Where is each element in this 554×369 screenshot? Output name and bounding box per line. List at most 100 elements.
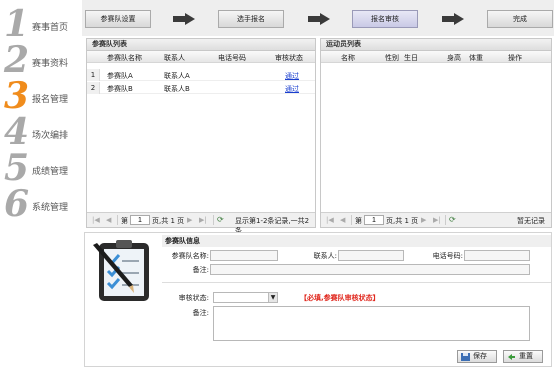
table-row[interactable]: 1 参赛队A 联系人A 通过 [87, 69, 315, 81]
team-name-cell: 参赛队B [107, 85, 133, 93]
next-page-icon[interactable]: ▶ [187, 216, 192, 224]
last-page-icon[interactable]: ▶| [433, 216, 441, 224]
nav-item-schedule[interactable]: 4 场次编排 [4, 112, 82, 152]
pager-divider [351, 215, 352, 225]
nav-label: 系统管理 [32, 203, 69, 213]
last-page-icon[interactable]: ▶| [199, 216, 207, 224]
left-navigation: 1 赛事首页 2 赛事资料 3 报名管理 4 场次编排 5 成绩管理 6 系统管… [0, 0, 82, 369]
col-gender[interactable]: 性别 [385, 53, 399, 63]
arrow-right-icon [442, 13, 464, 25]
col-review-status[interactable]: 审核状态 [275, 53, 303, 63]
team-name-field[interactable] [210, 250, 278, 261]
table-row[interactable]: 2 参赛队B 联系人B 通过 [87, 82, 315, 94]
reset-button[interactable]: 重置 [503, 350, 543, 363]
nav-number: 5 [4, 147, 30, 189]
step-player-registration[interactable]: 选手报名 [218, 10, 284, 28]
nav-label: 赛事首页 [32, 23, 69, 33]
save-button[interactable]: 保存 [457, 350, 497, 363]
page-prefix: 第 [355, 217, 362, 225]
clipboard-checklist-icon [93, 240, 149, 301]
arrow-right-icon [173, 13, 195, 25]
col-birthday[interactable]: 生日 [404, 53, 418, 63]
page-suffix: 页,共 1 页 [152, 217, 185, 225]
nav-item-results[interactable]: 5 成绩管理 [4, 148, 82, 188]
pager-divider [445, 215, 446, 225]
nav-number: 2 [4, 39, 30, 81]
workflow-steps: 参赛队设置 选手报名 报名审核 完成 [82, 0, 554, 36]
reset-label: 重置 [519, 352, 533, 360]
page-prefix: 第 [121, 217, 128, 225]
first-page-icon[interactable]: |◀ [326, 216, 334, 224]
reset-icon [508, 354, 515, 360]
col-phone[interactable]: 电话号码 [218, 53, 246, 63]
page-number-input[interactable] [364, 215, 384, 225]
phone-field[interactable] [464, 250, 530, 261]
review-note-label: 备注: [192, 309, 209, 317]
col-weight[interactable]: 体重 [469, 53, 483, 63]
refresh-icon[interactable]: ⟳ [449, 215, 456, 224]
arrow-right-icon [308, 13, 330, 25]
chevron-down-icon[interactable]: ▼ [268, 293, 277, 302]
athlete-grid-header: 名称 性别 生日 身高 体重 操作 [321, 51, 551, 63]
step-registration-review[interactable]: 报名审核 [352, 10, 418, 28]
col-height[interactable]: 身高 [447, 53, 461, 63]
page-suffix: 页,共 1 页 [386, 217, 419, 225]
required-warning: 【必填,参赛队审核状态】 [300, 294, 380, 302]
pager-divider [213, 215, 214, 225]
review-status-select[interactable]: ▼ [213, 292, 278, 303]
prev-page-icon[interactable]: ◀ [340, 216, 345, 224]
col-team-name[interactable]: 参赛队名称 [107, 53, 142, 63]
prev-page-icon[interactable]: ◀ [106, 216, 111, 224]
next-page-icon[interactable]: ▶ [421, 216, 426, 224]
col-contact[interactable]: 联系人 [164, 53, 185, 63]
page-number-input[interactable] [130, 215, 150, 225]
nav-label: 赛事资料 [32, 59, 69, 69]
nav-number: 4 [4, 111, 30, 153]
status-link[interactable]: 通过 [285, 71, 299, 81]
athlete-pager: |◀ ◀ 第 页,共 1 页 ▶ ▶| ⟳ 暂无记录 [321, 212, 551, 227]
contact-cell: 联系人A [164, 72, 190, 80]
nav-item-registration[interactable]: 3 报名管理 [4, 76, 82, 116]
team-info-section: 参赛队信息 参赛队名称: 联系人: 电话号码: 备注: 审核状态: ▼ 【必填,… [84, 232, 552, 367]
refresh-icon[interactable]: ⟳ [217, 215, 224, 224]
contact-field[interactable] [338, 250, 404, 261]
col-actions[interactable]: 操作 [508, 53, 522, 63]
review-status-label: 审核状态: [178, 294, 209, 302]
nav-item-event-info[interactable]: 2 赛事资料 [4, 40, 82, 80]
team-info-title: 参赛队信息 [162, 235, 551, 247]
status-link[interactable]: 通过 [285, 84, 299, 94]
team-pager: |◀ ◀ 第 页,共 1 页 ▶ ▶| ⟳ 显示第1-2条记录,一共2条 [87, 212, 315, 235]
step-team-settings[interactable]: 参赛队设置 [85, 10, 151, 28]
contact-cell: 联系人B [164, 85, 190, 93]
save-label: 保存 [473, 352, 487, 360]
review-note-textarea[interactable] [213, 306, 530, 341]
nav-item-system[interactable]: 6 系统管理 [4, 184, 82, 224]
row-number: 1 [87, 69, 100, 81]
team-grid-header: 参赛队名称 联系人 电话号码 审核状态 [87, 51, 315, 63]
athlete-list-panel: 运动员列表 名称 性别 生日 身高 体重 操作 |◀ ◀ 第 页,共 1 页 ▶… [320, 38, 552, 228]
athlete-list-title: 运动员列表 [321, 39, 551, 51]
first-page-icon[interactable]: |◀ [92, 216, 100, 224]
step-finish[interactable]: 完成 [487, 10, 553, 28]
team-list-panel: 参赛队列表 参赛队名称 联系人 电话号码 审核状态 1 参赛队A 联系人A 通过… [86, 38, 316, 235]
nav-label: 成绩管理 [32, 167, 69, 177]
team-list-title: 参赛队列表 [87, 39, 315, 51]
pager-summary: 暂无记录 [517, 217, 545, 225]
phone-label: 电话号码: [432, 252, 463, 260]
contact-label: 联系人: [313, 252, 337, 260]
section-divider [162, 282, 551, 283]
nav-label: 场次编排 [32, 131, 69, 141]
nav-number: 6 [4, 183, 30, 225]
nav-label: 报名管理 [32, 95, 69, 105]
nav-number: 1 [4, 3, 30, 45]
note-field[interactable] [210, 264, 530, 275]
nav-item-home[interactable]: 1 赛事首页 [4, 4, 82, 44]
col-name[interactable]: 名称 [341, 53, 355, 63]
nav-number-active: 3 [4, 75, 30, 117]
team-name-cell: 参赛队A [107, 72, 133, 80]
team-name-label: 参赛队名称: [171, 252, 209, 260]
pager-divider [117, 215, 118, 225]
save-icon [461, 353, 470, 361]
note-label: 备注: [192, 266, 209, 274]
row-number: 2 [87, 82, 100, 94]
